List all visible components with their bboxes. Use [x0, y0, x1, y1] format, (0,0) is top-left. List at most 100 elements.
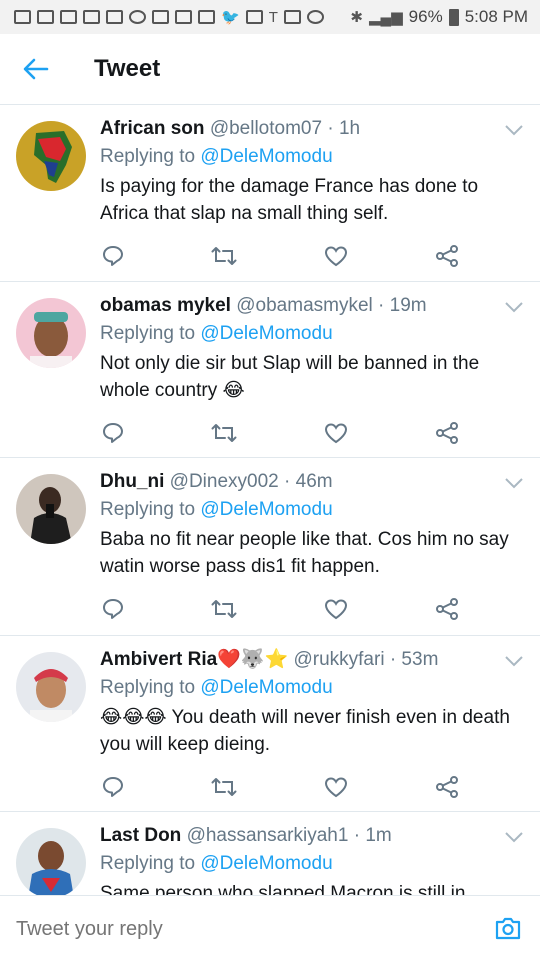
bluetooth-icon: ✱ [350, 9, 363, 26]
chevron-down-icon[interactable] [504, 476, 524, 490]
handle[interactable]: @Dinexy002 [170, 471, 279, 492]
avatar[interactable] [16, 828, 86, 895]
news-icon [175, 10, 192, 24]
replying-handle-link[interactable]: @DeleMomodu [200, 853, 332, 874]
display-name[interactable]: obamas mykel [100, 295, 231, 316]
notification-icons: 🐦 T [14, 8, 324, 26]
tweet-header: obamas mykel @obamasmykel · 19m [100, 294, 524, 318]
replying-to: Replying to @DeleMomodu [100, 676, 524, 700]
share-icon [435, 422, 458, 444]
replying-handle-link[interactable]: @DeleMomodu [200, 499, 332, 520]
avatar[interactable] [16, 298, 86, 368]
reply-button[interactable] [100, 596, 126, 622]
tweet[interactable]: Last Don @hassansarkiyah1 · 1m Replying … [0, 812, 540, 895]
share-button[interactable] [434, 243, 460, 269]
chevron-down-icon[interactable] [504, 300, 524, 314]
timestamp: · 1h [327, 118, 361, 139]
retweet-button[interactable] [211, 596, 237, 622]
heart-icon [324, 423, 347, 444]
replying-handle-link[interactable]: @DeleMomodu [200, 146, 332, 167]
replying-label: Replying to [100, 323, 196, 344]
avatar[interactable] [16, 474, 86, 544]
signal-icon: ▂▄▆ [368, 9, 403, 26]
retweet-icon [211, 600, 237, 618]
retweet-button[interactable] [211, 420, 237, 446]
chevron-down-icon[interactable] [504, 123, 524, 137]
timestamp: · 53m [389, 649, 439, 670]
laughing-emoji: 😂 [222, 380, 245, 401]
notification-icon [14, 10, 31, 24]
tweet-text: Baba no fit near people like that. Cos h… [100, 529, 509, 577]
tweet-header: African son @bellotom07 · 1h [100, 117, 524, 141]
battery-percent: 96% [408, 7, 443, 26]
page-title: Tweet [94, 55, 161, 82]
tweet-actions [100, 596, 460, 622]
tweet-actions [100, 243, 460, 269]
reply-input[interactable] [16, 914, 476, 944]
status-bar: 🐦 T ✱ ▂▄▆ 96% 5:08 PM [0, 0, 540, 34]
tweet-header: Last Don @hassansarkiyah1 · 1m [100, 824, 524, 848]
share-button[interactable] [434, 420, 460, 446]
handle[interactable]: @hassansarkiyah1 [187, 825, 349, 846]
mail-icon [60, 10, 77, 24]
replying-label: Replying to [100, 499, 196, 520]
replying-handle-link[interactable]: @DeleMomodu [200, 677, 332, 698]
system-status: ✱ ▂▄▆ 96% 5:08 PM [350, 7, 528, 27]
like-button[interactable] [323, 596, 349, 622]
share-icon [435, 598, 458, 620]
display-name[interactable]: Dhu_ni [100, 471, 164, 492]
reply-icon [103, 423, 123, 443]
app-icon [198, 10, 215, 24]
replying-to: Replying to @DeleMomodu [100, 322, 524, 346]
handle[interactable]: @obamasmykel [236, 295, 373, 316]
chevron-down-icon[interactable] [504, 830, 524, 844]
tweet[interactable]: African son @bellotom07 · 1h Replying to… [0, 105, 540, 282]
timestamp: · 19m [378, 295, 427, 316]
share-button[interactable] [434, 596, 460, 622]
text-icon: T [268, 8, 278, 26]
handle[interactable]: @rukkyfari [293, 649, 384, 670]
chevron-down-icon[interactable] [504, 654, 524, 668]
retweet-button[interactable] [211, 774, 237, 800]
share-button[interactable] [434, 774, 460, 800]
tweet[interactable]: Dhu_ni @Dinexy002 · 46m Replying to @Del… [0, 458, 540, 636]
back-button[interactable] [0, 34, 72, 104]
replying-label: Replying to [100, 677, 196, 698]
tweet-actions [100, 774, 460, 800]
reply-icon [103, 777, 123, 797]
handle[interactable]: @bellotom07 [210, 118, 322, 139]
battery-icon [448, 8, 459, 26]
back-arrow-icon [23, 58, 49, 80]
like-button[interactable] [323, 774, 349, 800]
like-button[interactable] [323, 420, 349, 446]
display-name[interactable]: Ambivert Ria❤️🐺⭐ [100, 649, 288, 670]
reply-button[interactable] [100, 243, 126, 269]
avatar[interactable] [16, 652, 86, 722]
tweet-header: Ambivert Ria❤️🐺⭐ @rukkyfari · 53m [100, 648, 524, 672]
tweet-text: Is paying for the damage France has done… [100, 176, 479, 224]
messenger-icon [129, 10, 146, 24]
heart-icon [324, 246, 347, 267]
retweet-button[interactable] [211, 243, 237, 269]
avatar[interactable] [16, 121, 86, 191]
reply-icon [103, 599, 123, 619]
display-name[interactable]: African son [100, 118, 205, 139]
replying-label: Replying to [100, 146, 196, 167]
reply-button[interactable] [100, 420, 126, 446]
chat-icon [106, 10, 123, 24]
tweet-text-content: Not only die sir but Slap will be banned… [100, 353, 480, 401]
reply-button[interactable] [100, 774, 126, 800]
like-button[interactable] [323, 243, 349, 269]
instagram-icon [306, 10, 324, 24]
tweet[interactable]: obamas mykel @obamasmykel · 19m Replying… [0, 282, 540, 458]
timestamp: · 1m [353, 825, 392, 846]
camera-icon[interactable] [494, 914, 522, 942]
header: Tweet [0, 34, 540, 105]
tweet-text: Same person who slapped Macron is still … [100, 883, 466, 895]
replying-to: Replying to @DeleMomodu [100, 498, 524, 522]
display-name[interactable]: Last Don [100, 825, 181, 846]
tweet[interactable]: Ambivert Ria❤️🐺⭐ @rukkyfari · 53m Replyi… [0, 636, 540, 812]
reply-list[interactable]: African son @bellotom07 · 1h Replying to… [0, 105, 540, 895]
replying-handle-link[interactable]: @DeleMomodu [200, 323, 332, 344]
twitter-icon: 🐦 [221, 9, 240, 26]
